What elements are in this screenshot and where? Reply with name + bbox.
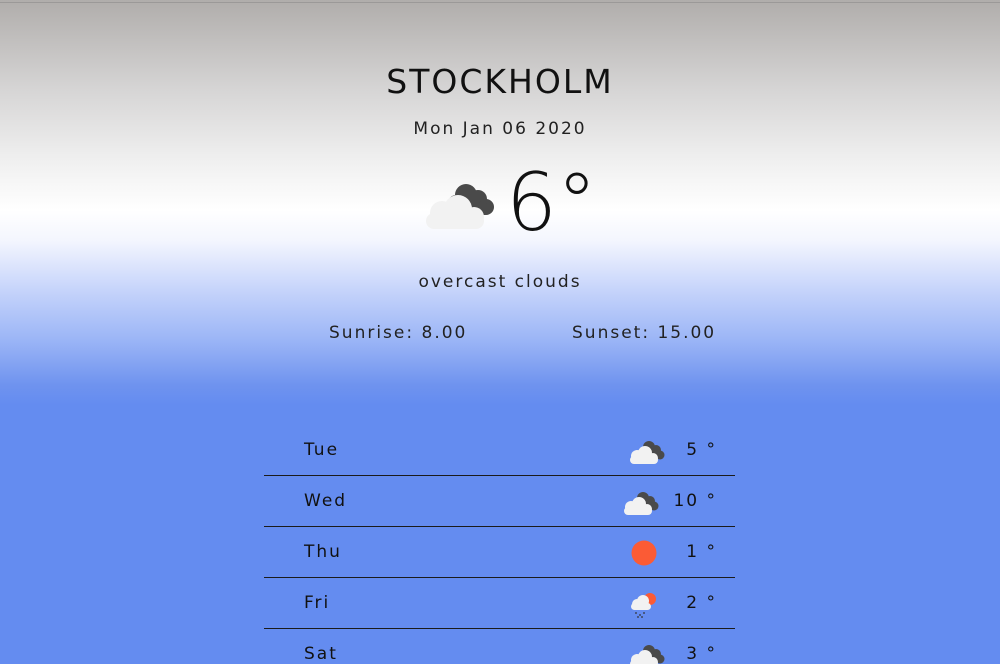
sunset-time: Sunset: 15.00 xyxy=(572,323,717,343)
current-weather: 6° xyxy=(420,158,597,248)
forecast-temp: 10 ° xyxy=(673,491,717,511)
forecast-temp: 5 ° xyxy=(686,440,717,460)
forecast-row: Fri 2 ° xyxy=(264,578,735,629)
forecast-temp: 3 ° xyxy=(686,644,717,664)
clouds-icon xyxy=(630,645,665,664)
clouds-icon xyxy=(630,441,665,464)
sunrise-time: Sunrise: 8.00 xyxy=(329,323,468,343)
forecast-day: Thu xyxy=(304,542,342,562)
city-name: STOCKHOLM xyxy=(386,62,614,101)
sun-icon xyxy=(631,540,657,566)
current-date: Mon Jan 06 2020 xyxy=(413,119,587,139)
forecast-day: Sat xyxy=(304,644,338,664)
clouds-icon xyxy=(624,492,659,515)
forecast-list: Tue 5 ° Wed 10 ° Thu 1 ° Fri 2 ° Sat 3 ° xyxy=(264,425,735,664)
forecast-day: Tue xyxy=(304,440,340,460)
top-divider xyxy=(0,2,1000,3)
forecast-temp: 1 ° xyxy=(686,542,717,562)
forecast-day: Fri xyxy=(304,593,331,613)
current-temperature: 6° xyxy=(506,156,597,249)
forecast-row: Thu 1 ° xyxy=(264,527,735,578)
overcast-clouds-icon xyxy=(426,184,494,229)
forecast-temp: 2 ° xyxy=(686,593,717,613)
forecast-row: Tue 5 ° xyxy=(264,425,735,476)
weather-description: overcast clouds xyxy=(418,272,582,292)
forecast-row: Wed 10 ° xyxy=(264,476,735,527)
snow-sun-icon xyxy=(631,593,656,618)
forecast-day: Wed xyxy=(304,491,348,511)
forecast-row: Sat 3 ° xyxy=(264,629,735,664)
